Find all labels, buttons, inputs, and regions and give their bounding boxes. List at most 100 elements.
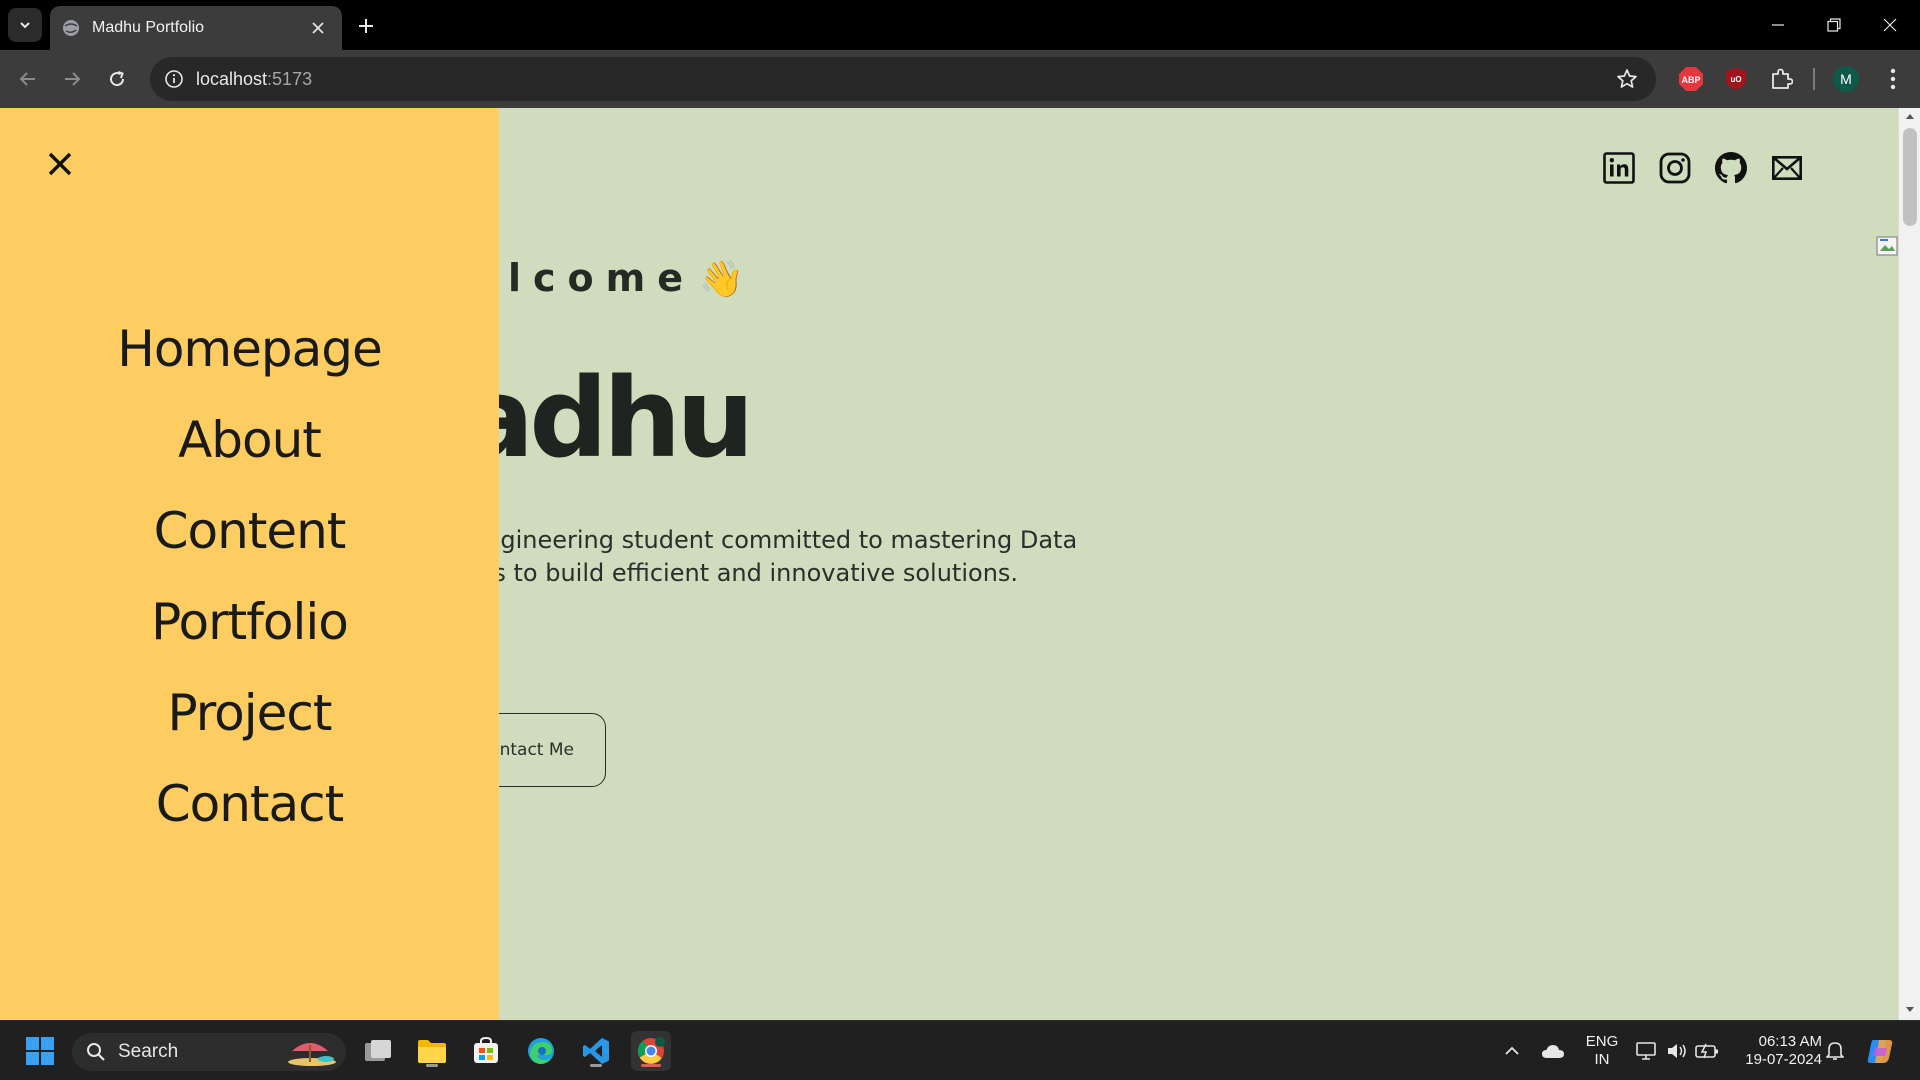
plus-icon xyxy=(359,19,373,33)
task-view-button[interactable] xyxy=(358,1031,398,1071)
menu-item-homepage[interactable]: Homepage xyxy=(0,304,499,395)
github-icon xyxy=(1715,152,1747,184)
reload-button[interactable] xyxy=(99,61,135,97)
close-icon xyxy=(1883,18,1897,32)
url-port: :5173 xyxy=(267,69,313,89)
tab-search-button[interactable] xyxy=(8,8,42,42)
notifications-button[interactable] xyxy=(1815,1031,1855,1071)
extensions-button[interactable] xyxy=(1766,64,1796,94)
chrome-button[interactable] xyxy=(631,1031,671,1071)
store-button[interactable] xyxy=(466,1031,506,1071)
close-icon xyxy=(312,22,324,34)
file-explorer-button[interactable] xyxy=(412,1031,452,1071)
cloud-icon xyxy=(1542,1045,1564,1058)
close-icon xyxy=(48,152,72,176)
globe-icon xyxy=(63,20,79,36)
search-label: Search xyxy=(118,1041,179,1062)
url-host: localhost xyxy=(196,69,268,89)
vscode-icon xyxy=(583,1038,609,1064)
search-icon xyxy=(87,1043,105,1061)
address-bar[interactable]: localhost:5173 xyxy=(150,57,1656,101)
arrow-left-icon xyxy=(19,72,35,86)
menu-item-content[interactable]: Content xyxy=(0,486,499,577)
running-indicator xyxy=(426,1064,438,1067)
menu-item-about[interactable]: About xyxy=(0,395,499,486)
edge-icon xyxy=(528,1038,554,1064)
menu-item-portfolio[interactable]: Portfolio xyxy=(0,577,499,668)
page-scrollbar[interactable] xyxy=(1898,108,1920,1020)
chrome-icon xyxy=(637,1037,665,1064)
profile-button[interactable]: M xyxy=(1831,64,1861,94)
welcome-heading: lcome 👋 xyxy=(508,256,744,300)
mail-icon xyxy=(1772,156,1802,180)
menu-item-contact[interactable]: Contact xyxy=(0,759,499,850)
adblock-label: ABP xyxy=(1681,75,1700,85)
battery-icon xyxy=(1695,1043,1718,1059)
copilot-icon xyxy=(1867,1040,1893,1063)
vscode-button[interactable] xyxy=(576,1031,616,1071)
side-menu: Homepage About Content Portfolio Project… xyxy=(0,108,499,1020)
intro-line-1: Engineering student committed to masteri… xyxy=(470,526,1078,554)
windows-icon xyxy=(26,1037,54,1065)
star-icon[interactable] xyxy=(1616,68,1638,90)
avatar: M xyxy=(1833,66,1859,92)
speaker-icon xyxy=(1668,1044,1686,1058)
tab-close-button[interactable] xyxy=(306,16,330,40)
linkedin-link[interactable] xyxy=(1601,150,1637,186)
instagram-link[interactable] xyxy=(1657,150,1693,186)
browser-tab-bar: Madhu Portfolio xyxy=(0,0,1920,50)
page-viewport: lcome 👋 adhu Engineering student committe… xyxy=(0,108,1920,1020)
hero-name: adhu xyxy=(460,354,755,482)
windows-taskbar: Search ENG IN 06:13 AM 19-07-2024 xyxy=(0,1020,1920,1080)
battery-button[interactable] xyxy=(1687,1031,1727,1071)
ublock-label: uO xyxy=(1730,75,1741,84)
language-indicator[interactable]: ENG IN xyxy=(1580,1033,1624,1069)
intro-line-2: ms to build efficient and innovative sol… xyxy=(470,559,1019,587)
beach-umbrella-icon xyxy=(288,1043,336,1066)
start-button[interactable] xyxy=(20,1031,60,1071)
scroll-up-icon[interactable] xyxy=(1905,112,1915,120)
clock-time: 06:13 AM xyxy=(1758,1033,1822,1050)
browser-toolbar: localhost:5173 ABP uO M xyxy=(0,50,1920,108)
menu-item-project[interactable]: Project xyxy=(0,668,499,759)
welcome-text: lcome xyxy=(508,256,696,300)
language-code: ENG xyxy=(1585,1033,1619,1050)
bell-icon xyxy=(1826,1042,1844,1060)
url-text[interactable]: localhost:5173 xyxy=(196,69,312,90)
ublock-extension-icon[interactable]: uO xyxy=(1721,64,1751,94)
intro-text: Engineering student committed to masteri… xyxy=(470,524,1170,590)
linkedin-icon xyxy=(1603,152,1635,184)
show-hidden-icons-button[interactable] xyxy=(1492,1031,1532,1071)
copilot-button[interactable] xyxy=(1860,1031,1900,1071)
browser-tab[interactable]: Madhu Portfolio xyxy=(50,6,342,50)
menu-close-button[interactable] xyxy=(40,144,80,184)
arrow-right-icon xyxy=(65,72,81,86)
waving-hand-icon: 👋 xyxy=(699,259,744,300)
minimize-button[interactable] xyxy=(1750,0,1806,50)
store-icon xyxy=(474,1037,498,1063)
onedrive-button[interactable] xyxy=(1533,1031,1573,1071)
broken-image-icon xyxy=(1876,236,1898,256)
active-indicator xyxy=(641,1064,661,1067)
browser-menu-button[interactable] xyxy=(1878,64,1908,94)
scroll-down-icon[interactable] xyxy=(1905,1006,1915,1014)
edge-button[interactable] xyxy=(521,1031,561,1071)
adblock-extension-icon[interactable]: ABP xyxy=(1676,64,1706,94)
info-icon[interactable] xyxy=(164,69,184,89)
reload-icon xyxy=(110,71,125,87)
running-indicator xyxy=(590,1064,602,1067)
avatar-initial: M xyxy=(1840,71,1852,87)
scrollbar-thumb[interactable] xyxy=(1903,128,1917,226)
restore-button[interactable] xyxy=(1806,0,1862,50)
email-link[interactable] xyxy=(1769,150,1805,186)
chevron-down-icon xyxy=(20,22,30,29)
github-link[interactable] xyxy=(1713,150,1749,186)
network-icon xyxy=(1636,1042,1656,1060)
new-tab-button[interactable] xyxy=(352,12,380,40)
back-button[interactable] xyxy=(10,61,46,97)
clock[interactable]: 06:13 AM 19-07-2024 xyxy=(1732,1033,1822,1069)
forward-button[interactable] xyxy=(54,61,90,97)
taskbar-search[interactable]: Search xyxy=(72,1033,346,1071)
clock-date: 19-07-2024 xyxy=(1745,1051,1822,1068)
close-window-button[interactable] xyxy=(1862,0,1918,50)
